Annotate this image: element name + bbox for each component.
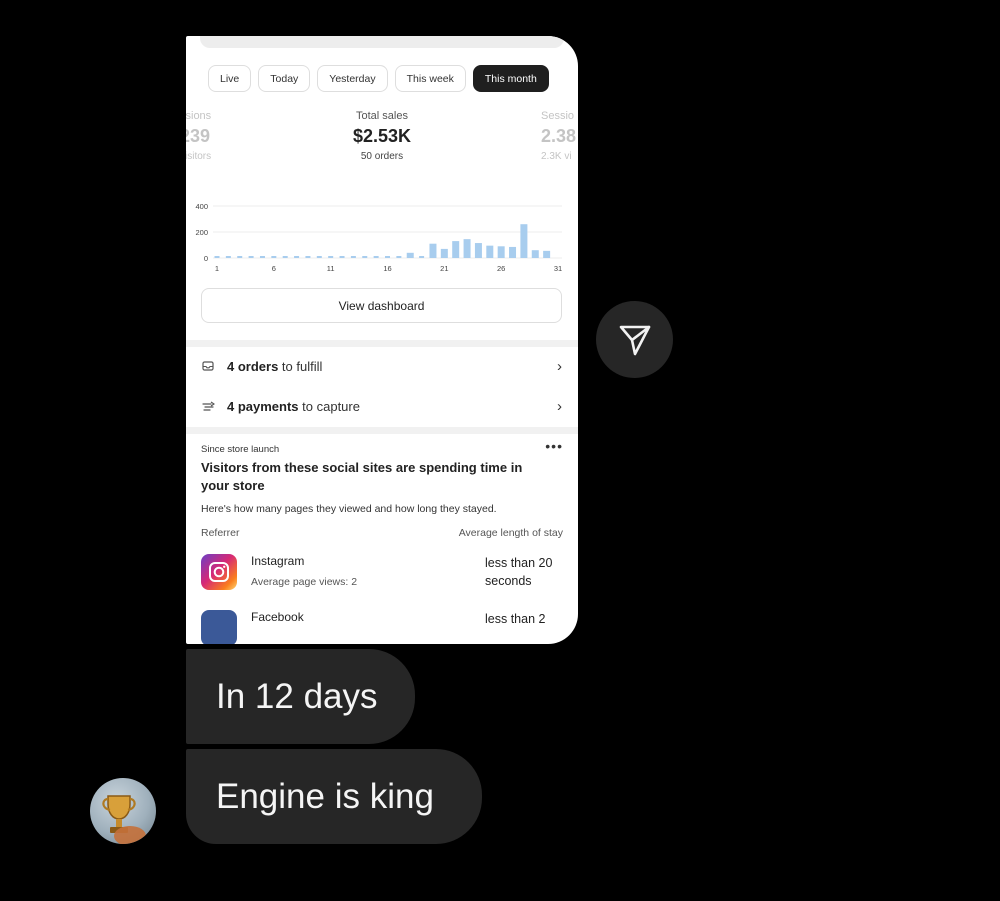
facebook-icon [201, 610, 237, 644]
chart-bar [282, 256, 288, 258]
section-divider [186, 427, 578, 434]
chart-bar [497, 246, 505, 258]
chart-bar [271, 256, 277, 258]
table-row: Facebook less than 2 [201, 610, 563, 644]
metric-value: 239 [186, 126, 211, 146]
task-orders-to-fulfill[interactable]: 4 orders to fulfill › [202, 351, 562, 381]
chart-bar [396, 256, 402, 258]
card-kicker: Since store launch [201, 444, 280, 455]
message-text: In 12 days [216, 676, 378, 716]
chart-bar [474, 243, 482, 258]
chart-bar [429, 243, 437, 258]
chart-bar [214, 256, 220, 258]
chart-y-tick-label: 400 [195, 202, 208, 211]
chart-x-tick-label: 21 [440, 264, 448, 273]
period-this-month[interactable]: This month [472, 65, 549, 92]
chart-x-tick-label: 31 [554, 264, 562, 273]
chart-bar [452, 241, 460, 258]
chevron-right-icon: › [557, 397, 562, 415]
section-divider [186, 340, 578, 347]
chart-y-tick-label: 0 [204, 254, 208, 263]
chart-x-tick-label: 16 [383, 264, 391, 273]
metric-sub: 2.3K vi [541, 151, 572, 162]
task-text: to fulfill [278, 358, 323, 374]
chart-x-tick-label: 11 [327, 264, 335, 273]
chart-bar [440, 248, 448, 258]
period-yesterday[interactable]: Yesterday [317, 65, 388, 92]
chart-bar [362, 256, 368, 258]
chart-bar [419, 256, 425, 258]
trophy-avatar[interactable] [90, 778, 156, 844]
payment-icon [202, 399, 216, 413]
chart-bar [248, 256, 254, 258]
chart-x-tick-label: 1 [215, 264, 219, 273]
chart-bar [328, 256, 334, 258]
message-text: Engine is king [216, 776, 434, 816]
chart-bar [406, 252, 414, 258]
instagram-icon [201, 554, 237, 590]
sales-bar-chart: 02004001 6 11 16 21 26 31 [195, 202, 562, 273]
metric-sessions-right: Sessio 2.38 2.3K vi [541, 110, 576, 162]
period-selector: Live Today Yesterday This week This mont… [208, 65, 549, 92]
view-dashboard-button[interactable]: View dashboard [201, 288, 562, 323]
metric-sessions-left: ssions 239 visitors [186, 110, 211, 162]
task-payments-to-capture[interactable]: 4 payments to capture › [202, 391, 562, 421]
chart-bar [305, 256, 311, 258]
message-bubble[interactable]: In 12 days [186, 649, 415, 744]
metric-sub: visitors [186, 151, 212, 162]
chart-bar [339, 256, 345, 258]
chart-x-tick-label: 6 [272, 264, 276, 273]
chart-bar [259, 256, 265, 258]
metric-label: Total sales [356, 110, 408, 122]
referrer-stay: less than 20 seconds [485, 556, 553, 588]
chart-bar [237, 256, 243, 258]
metric-total-sales: Total sales $2.53K 50 orders [316, 110, 448, 162]
card-title: Visitors from these social sites are spe… [201, 460, 523, 493]
chart-bar [543, 250, 551, 258]
metric-label: ssions [186, 110, 212, 122]
referrer-stay: less than 2 [485, 612, 546, 626]
send-icon[interactable] [596, 301, 673, 378]
chart-bar [350, 256, 356, 258]
social-referrers-card: Since store launch ••• Visitors from the… [201, 438, 563, 644]
referrer-meta: Average page views: 2 [251, 576, 358, 588]
chart-bar [463, 239, 471, 258]
task-count: 4 orders [227, 358, 279, 374]
chart-bar [486, 245, 494, 258]
col-referrer: Referrer [201, 527, 240, 539]
task-text: to capture [298, 398, 360, 414]
chart-y-tick-label: 200 [195, 228, 208, 237]
table-header: Referrer Average length of stay [201, 527, 563, 539]
chart-bar [225, 256, 231, 258]
metric-value: 2.38 [541, 126, 577, 146]
chart-bar [520, 224, 528, 258]
table-row: Instagram Average page views: 2 less tha… [201, 554, 563, 606]
chart-bar [531, 250, 539, 258]
chart-bar [294, 256, 300, 258]
screenshot-top-edge [200, 36, 564, 48]
referrer-name: Facebook [251, 610, 304, 624]
metric-value: $2.53K [352, 126, 412, 146]
metric-sub: 50 orders [360, 151, 404, 162]
metric-label: Sessio [541, 110, 575, 122]
period-today[interactable]: Today [258, 65, 311, 92]
referrer-name: Instagram [251, 554, 305, 568]
more-options-icon[interactable]: ••• [545, 438, 563, 454]
task-count: 4 payments [227, 398, 299, 414]
card-description: Here's how many pages they viewed and ho… [201, 503, 497, 515]
col-average-stay: Average length of stay [458, 527, 563, 539]
chart-bar [385, 256, 390, 258]
period-this-week[interactable]: This week [394, 65, 466, 92]
inbox-icon [202, 359, 216, 373]
chevron-right-icon: › [557, 357, 562, 375]
message-bubble[interactable]: Engine is king [186, 749, 482, 844]
chart-bar [509, 246, 517, 258]
period-live[interactable]: Live [208, 65, 252, 92]
shared-screenshot[interactable]: Live Today Yesterday This week This mont… [186, 36, 578, 644]
chart-x-tick-label: 26 [497, 264, 505, 273]
chart-bar [373, 256, 379, 258]
chart-bar [316, 256, 322, 258]
